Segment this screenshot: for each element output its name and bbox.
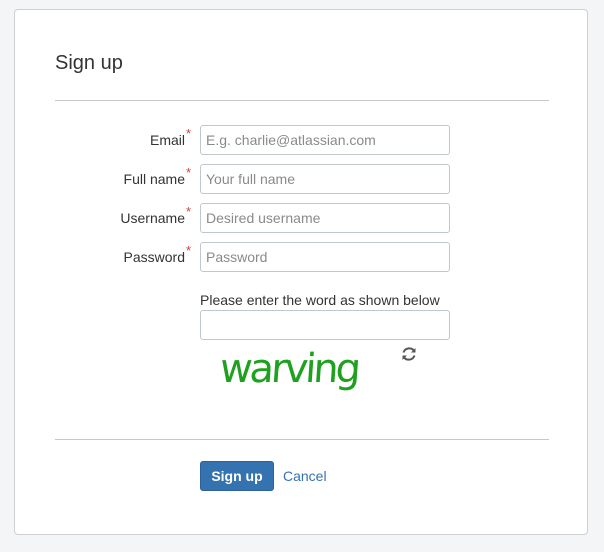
required-marker: * — [185, 204, 191, 219]
password-input[interactable] — [200, 242, 450, 272]
email-label: Email * — [149, 126, 191, 148]
sign-up-button[interactable]: Sign up — [200, 461, 274, 491]
full-name-input[interactable] — [200, 164, 450, 194]
header-divider — [55, 100, 549, 101]
cancel-link[interactable]: Cancel — [283, 468, 327, 484]
username-input[interactable] — [200, 203, 450, 233]
username-label: Username * — [120, 204, 191, 226]
captcha-input[interactable] — [200, 310, 450, 340]
signup-card: Sign up Email* Full name* Username* Pass… — [14, 9, 588, 535]
captcha-prompt: Please enter the word as shown below — [200, 292, 440, 308]
password-label: Password * — [123, 243, 191, 265]
refresh-icon[interactable] — [400, 345, 418, 363]
required-marker: * — [185, 126, 191, 141]
email-input[interactable] — [200, 125, 450, 155]
captcha-image: warving — [218, 346, 359, 392]
required-marker: * — [185, 243, 191, 258]
footer-divider — [55, 439, 549, 440]
svg-text:warving: warving — [218, 346, 359, 392]
page-title: Sign up — [55, 52, 123, 74]
required-marker: * — [185, 165, 191, 180]
full-name-label: Full name * — [123, 165, 191, 187]
